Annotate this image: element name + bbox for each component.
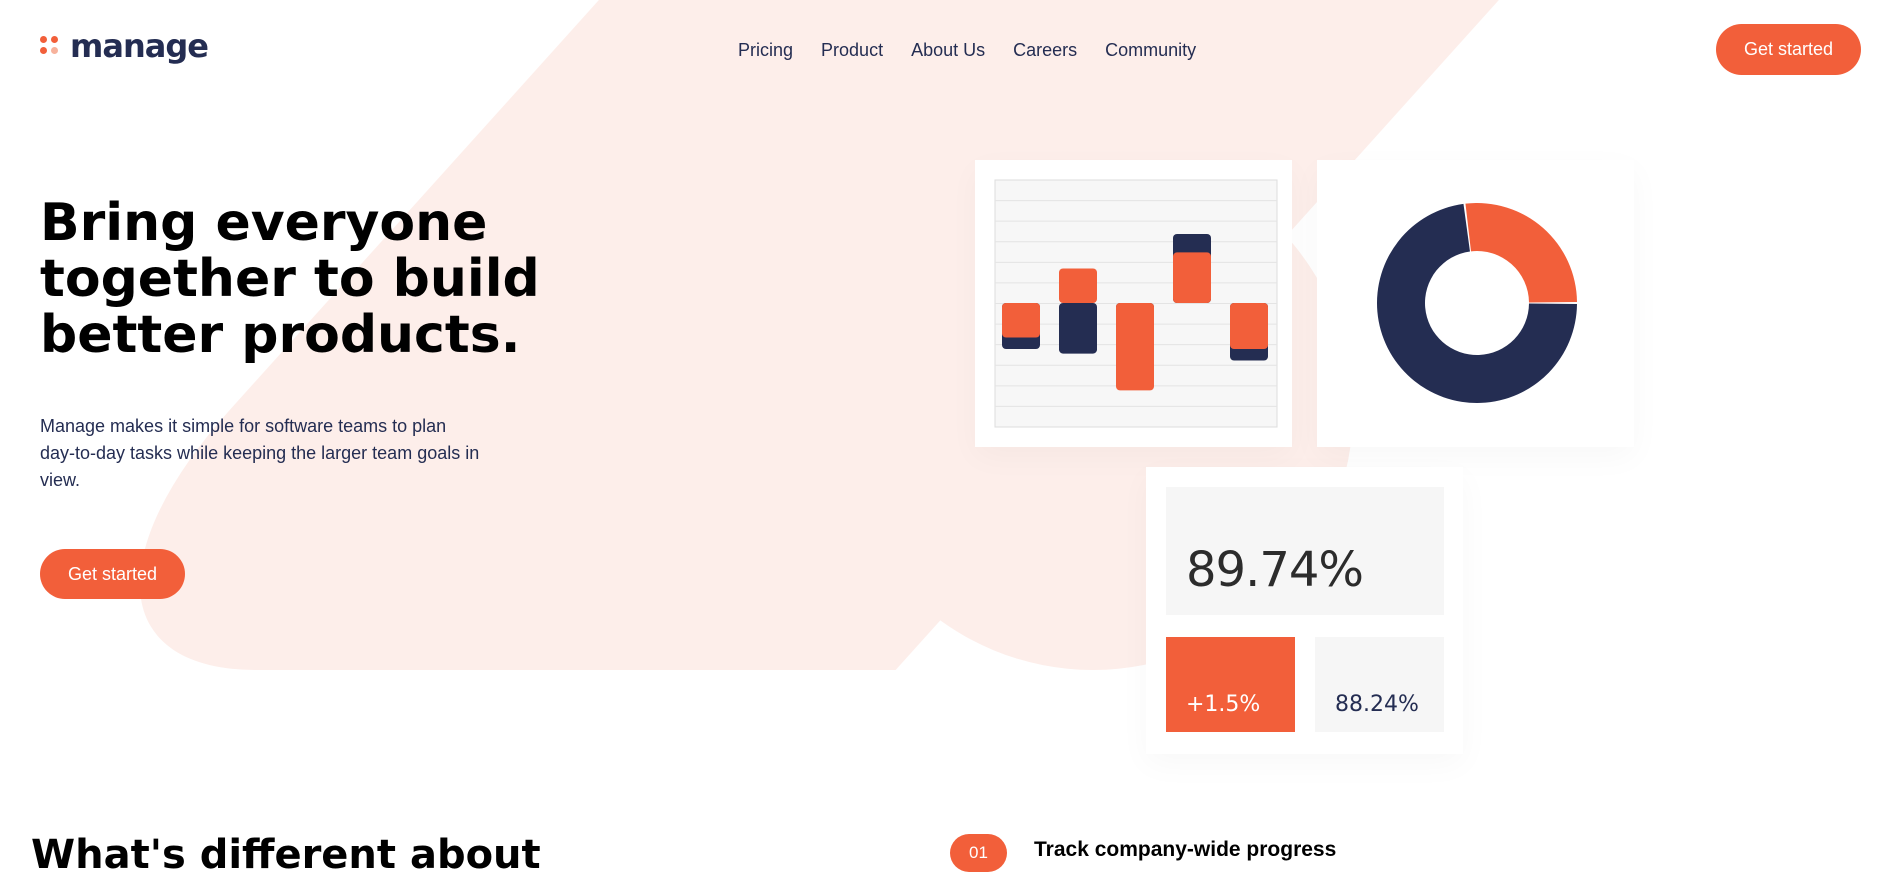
hero-title: Bring everyone together to build better … (40, 193, 540, 365)
nav-item-product[interactable]: Product (821, 40, 883, 61)
bar-orange-3 (1116, 303, 1154, 391)
donut-chart-card (1317, 160, 1634, 447)
header-get-started-button[interactable]: Get started (1716, 24, 1861, 75)
bar-navy-2 (1059, 303, 1097, 354)
stat-change-value: +1.5% (1186, 692, 1261, 717)
hero-description: Manage makes it simple for software team… (40, 416, 480, 490)
donut-slice-2 (1465, 203, 1577, 303)
bar-orange-4 (1173, 252, 1211, 303)
stat-change-tile: +1.5% (1166, 637, 1295, 732)
logo-dots-icon (40, 36, 60, 56)
donut-chart (1377, 203, 1577, 403)
bar-orange-5 (1230, 303, 1268, 349)
bar-orange-2 (1059, 268, 1097, 303)
bar-chart-card (975, 160, 1292, 447)
stat-main-value: 89.74% (1186, 542, 1364, 598)
feature-title: Track company-wide progress (1034, 838, 1337, 861)
nav-item-pricing[interactable]: Pricing (738, 40, 793, 61)
feature-number-badge: 01 (950, 834, 1007, 872)
logo-text: manage (70, 27, 209, 65)
nav-item-careers[interactable]: Careers (1013, 40, 1077, 61)
nav-item-about-us[interactable]: About Us (911, 40, 985, 61)
stats-card: 89.74% +1.5% 88.24% (1146, 467, 1463, 754)
stat-secondary-value: 88.24% (1335, 692, 1419, 717)
main-nav: Pricing Product About Us Careers Communi… (738, 40, 1196, 61)
bar-orange-1 (1002, 303, 1040, 338)
logo[interactable]: manage (40, 27, 209, 65)
nav-item-community[interactable]: Community (1105, 40, 1196, 61)
site-header: manage Pricing Product About Us Careers … (0, 0, 1903, 100)
section-title: What's different about (31, 832, 541, 878)
bar-chart (994, 179, 1278, 428)
hero-get-started-button[interactable]: Get started (40, 549, 185, 599)
stat-main-tile: 89.74% (1166, 487, 1444, 615)
stat-secondary-tile: 88.24% (1315, 637, 1444, 732)
